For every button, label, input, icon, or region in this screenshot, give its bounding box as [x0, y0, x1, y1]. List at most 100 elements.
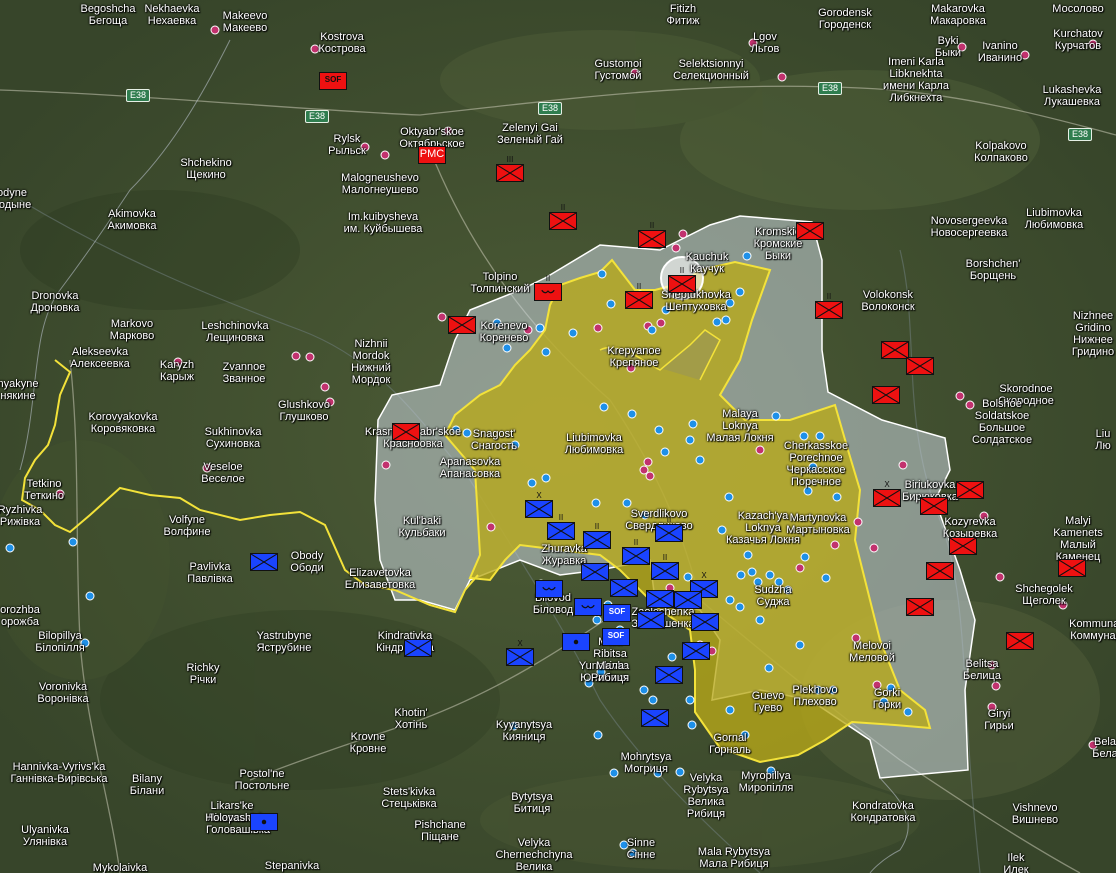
unit-marker-ua-inf-18[interactable]	[637, 611, 665, 629]
place-label-line: Libknekhta	[889, 68, 943, 80]
unit-echelon: X	[884, 480, 890, 489]
place-label-line: Волоконск	[861, 301, 915, 313]
place-label-line: Ulyanivka	[21, 824, 69, 836]
place-label-odyne: odyneродыне	[0, 187, 31, 211]
unit-marker-ru-inf-1[interactable]: III	[496, 156, 524, 182]
unit-marker-ru-inf-17[interactable]	[906, 598, 934, 616]
place-label-line: Korenevo	[480, 320, 528, 332]
unit-marker-ru-inf-3[interactable]	[796, 222, 824, 240]
infantry-cross-icon	[656, 525, 682, 541]
unit-marker-ru-abn-2[interactable]: II	[534, 275, 562, 301]
place-label-line: Glushkovo	[278, 399, 330, 411]
place-label-line: Велика	[515, 861, 553, 873]
place-label-line: Гридино	[1071, 346, 1115, 358]
unit-marker-ru-inf-10[interactable]	[872, 386, 900, 404]
unit-marker-ua-abn-2[interactable]	[574, 598, 602, 616]
unit-marker-ua-dot-2[interactable]	[250, 813, 278, 831]
place-label-line: Vishnevo	[1012, 802, 1058, 814]
unit-marker-ru-abn-1[interactable]: II	[638, 222, 666, 248]
unit-marker-ru-inf-4[interactable]: II	[668, 267, 696, 293]
map-view[interactable]: E38 E38 E38 E38 E38 Begoshcha Бегоща Nek…	[0, 0, 1116, 873]
place-label-line: Oktyabr'skoe	[400, 126, 464, 138]
place-label-line: Bilany	[132, 773, 162, 785]
place-label-kuibysheva: Im.kuibysheva им. Куйбышева	[344, 211, 423, 235]
unit-marker-ru-inf-15[interactable]	[949, 537, 977, 555]
place-label-line: Малый	[1060, 539, 1096, 551]
unit-marker-ru-inf-5[interactable]: II	[625, 283, 653, 309]
place-label-ulyanivka: Ulyanivka Улянівка	[21, 824, 69, 848]
unit-dot-icon	[261, 819, 267, 825]
unit-marker-ua-inf-14[interactable]	[682, 642, 710, 660]
place-label-line: Sukhinovka	[204, 426, 262, 438]
unit-marker-ru-pmc[interactable]: PMC	[418, 146, 446, 164]
unit-marker-ru-inf-18[interactable]	[1006, 632, 1034, 650]
unit-marker-ua-inf-11[interactable]	[646, 590, 674, 608]
place-label-line: orozhba	[0, 604, 40, 616]
place-label-line: Mohrytsya	[620, 751, 672, 763]
place-label-pavlivka: Pavlivka Павлівка	[187, 561, 233, 585]
place-label-line: Ryzhivka	[0, 504, 43, 516]
place-label-line: Nizhnii	[354, 338, 388, 350]
place-label-gorki: Gorki Горки	[873, 687, 901, 711]
unit-marker-ru-inf-14[interactable]	[920, 497, 948, 515]
unit-marker-ru-inf-19[interactable]	[1058, 559, 1086, 577]
place-label-line: Сухиновка	[205, 438, 261, 450]
place-label-snagost: Snagost' Снагость	[471, 428, 517, 452]
unit-marker-ru-inf-8[interactable]	[881, 341, 909, 359]
unit-dot-icon	[573, 639, 579, 645]
unit-echelon: X	[701, 571, 707, 580]
unit-marker-ua-sof-2[interactable]: SOF	[602, 628, 630, 646]
unit-marker-ru-inf-16[interactable]	[926, 562, 954, 580]
unit-marker-ua-inf-4[interactable]: II	[655, 516, 683, 542]
unit-marker-ua-inf-2[interactable]: II	[547, 514, 575, 540]
unit-marker-ua-sof-1[interactable]: SOF	[603, 604, 631, 622]
unit-marker-ru-sof-1[interactable]: SOF	[319, 72, 347, 90]
unit-marker-ru-inf-12[interactable]: X	[873, 481, 901, 507]
unit-marker-ua-inf-8[interactable]	[581, 563, 609, 581]
unit-marker-ua-inf-12[interactable]	[691, 613, 719, 631]
unit-marker-ru-inf-9[interactable]	[906, 357, 934, 375]
place-label-line: Dronovka	[31, 290, 79, 302]
place-label-line: Зеленый Гай	[497, 134, 563, 146]
unit-marker-ua-abn-1[interactable]	[535, 580, 563, 598]
place-label-line: Liubimovka	[566, 432, 622, 444]
unit-echelon: II	[679, 266, 685, 275]
place-label-leshchinovka: Leshchinovka Лещиновка	[201, 320, 268, 344]
unit-marker-ua-inf-6[interactable]: II	[651, 554, 679, 580]
unit-marker-ua-inf-15[interactable]	[655, 666, 683, 684]
place-label-line: родыне	[0, 199, 32, 211]
unit-marker-ru-inf-11[interactable]	[392, 423, 420, 441]
unit-echelon: II	[636, 282, 642, 291]
place-label-line: Марково	[109, 330, 155, 342]
place-label-line: nyakyne	[0, 378, 39, 390]
place-label-line: Borshchen'	[965, 258, 1021, 270]
infantry-cross-icon	[638, 612, 664, 628]
road-marker-e38: E38	[305, 110, 330, 123]
unit-marker-ru-inf-13[interactable]	[956, 481, 984, 499]
place-label-stetskivka: Stets'kivka Стецьківка	[381, 786, 436, 810]
unit-marker-ua-inf-16[interactable]: X	[506, 640, 534, 666]
unit-marker-ua-inf-13[interactable]	[404, 639, 432, 657]
place-label-line: Вишнево	[1011, 814, 1059, 826]
unit-marker-ua-inf-17[interactable]	[641, 709, 669, 727]
unit-marker-ru-inf-2[interactable]: II	[549, 204, 577, 230]
unit-marker-ru-inf-6[interactable]	[448, 316, 476, 334]
place-label-line: Stepanivka	[264, 860, 320, 872]
unit-marker-ua-inf-5[interactable]: II	[622, 539, 650, 565]
infantry-cross-icon	[393, 424, 419, 440]
place-label-malyi-kamenets: Malyi Kamenets Малый Каменец	[1053, 515, 1103, 563]
unit-marker-ua-dot-1[interactable]	[562, 633, 590, 651]
unit-marker-ua-inf-9[interactable]	[610, 579, 638, 597]
unit-marker-ua-inf-3[interactable]: II	[583, 523, 611, 549]
place-label-line: Акимовка	[107, 220, 157, 232]
unit-marker-ru-inf-7[interactable]: II	[815, 293, 843, 319]
place-label-line: Begoshcha	[80, 3, 136, 15]
unit-marker-ua-inf-19[interactable]	[674, 591, 702, 609]
place-label-line: Білопілля	[35, 642, 85, 654]
infantry-cross-icon	[548, 523, 574, 539]
place-label-line: Хотінь	[394, 719, 428, 731]
place-label-line: Likars'ke	[210, 800, 254, 812]
place-label-line: Малогнеушево	[341, 184, 419, 196]
place-label-guevo: Guevo Гуево	[752, 690, 784, 714]
unit-marker-ua-inf-7[interactable]	[250, 553, 278, 571]
